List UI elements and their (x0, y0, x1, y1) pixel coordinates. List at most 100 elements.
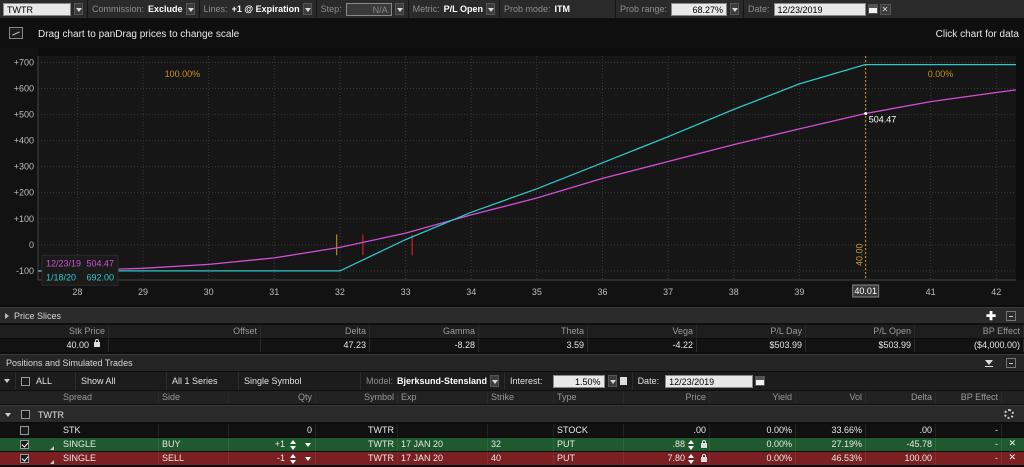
positions-header-bp[interactable]: BP Effect (936, 391, 1002, 404)
row-checkbox[interactable] (20, 426, 29, 435)
commission-value[interactable]: Exclude (148, 4, 183, 14)
close-icon[interactable]: ✕ (879, 3, 891, 15)
positions-date-selector[interactable]: Date: 12/23/2019 (633, 372, 771, 390)
price-value[interactable]: 7.80 (667, 453, 685, 463)
symbol-mode-value[interactable]: Single Symbol (244, 376, 302, 386)
metric-dropdown-icon[interactable] (485, 3, 495, 15)
positions-date-input[interactable]: 12/23/2019 (665, 374, 754, 388)
cell-price[interactable]: .88 (624, 438, 710, 451)
qty-stepper-icon[interactable] (290, 454, 297, 464)
step-dropdown-icon[interactable] (394, 3, 404, 15)
show-all-value[interactable]: Show All (81, 376, 116, 386)
lock-icon[interactable] (94, 339, 100, 348)
expand-arrow-icon[interactable] (5, 313, 9, 319)
collapse-all-toggle[interactable] (0, 372, 16, 390)
show-all-dropdown[interactable]: Show All (76, 372, 167, 390)
plot-area[interactable] (38, 56, 1016, 280)
positions-header-spread[interactable]: Spread (60, 391, 159, 404)
positions-header-strike[interactable]: Strike (488, 391, 554, 404)
positions-header-side[interactable]: Side (159, 391, 229, 404)
minimize-icon[interactable] (1006, 311, 1016, 321)
row-menu-icon[interactable] (50, 460, 54, 464)
metric-selector[interactable]: Metric: P/L Open (409, 0, 500, 19)
cell-qty[interactable]: -1 (229, 452, 316, 465)
select-all-checkbox[interactable] (21, 376, 30, 386)
positions-header-price[interactable]: Price (624, 391, 710, 404)
positions-header-qty[interactable]: Qty (229, 391, 316, 404)
qty-stepper-icon[interactable] (290, 440, 297, 450)
positions-minimize-icon[interactable] (1006, 358, 1016, 368)
row-checkbox[interactable] (20, 440, 29, 449)
price-stepper-icon[interactable] (688, 440, 695, 450)
symbol-selector[interactable]: TWTR (0, 0, 88, 19)
series-value[interactable]: All 1 Series (172, 376, 218, 386)
symbol-dropdown-icon[interactable] (74, 3, 83, 15)
remove-row-icon[interactable]: ✕ (1008, 438, 1016, 449)
add-slice-button[interactable]: ✚ (986, 310, 996, 322)
select-all[interactable]: ALL (16, 372, 76, 390)
chart-settings-icon[interactable] (9, 27, 23, 39)
collapse-arrow-icon[interactable] (4, 379, 10, 383)
row-checkbox[interactable] (20, 454, 29, 463)
stk-price-cell[interactable]: 40.00 (0, 339, 109, 352)
positions-header-type[interactable]: Type (554, 391, 624, 404)
price-stepper-icon[interactable] (688, 454, 695, 464)
date-selector[interactable]: Date: 12/23/2019 ✕ (744, 0, 895, 19)
table-row[interactable]: SINGLE SELL -1 TWTR 17 JAN 20 40 PUT 7.80 0.00% 4… (0, 452, 1024, 465)
table-row[interactable]: SINGLE BUY +1 TWTR 17 JAN 20 32 PUT .88 0.00% 27.… (0, 438, 1024, 451)
unlock-icon[interactable] (701, 440, 707, 448)
group-row[interactable]: TWTR (0, 405, 1024, 422)
probrange-input[interactable]: 68.27% (671, 2, 727, 16)
model-selector[interactable]: Model: Bjerksund-Stensland (361, 372, 506, 390)
date-input[interactable]: 12/23/2019 (773, 2, 866, 16)
positions-header-yield[interactable]: Yield (710, 391, 796, 404)
probrange-dropdown-icon[interactable] (730, 3, 739, 15)
lines-dropdown-icon[interactable] (302, 3, 312, 15)
series-dropdown[interactable]: All 1 Series (167, 372, 239, 390)
group-checkbox[interactable] (21, 410, 30, 419)
model-dropdown-icon[interactable] (490, 375, 500, 387)
metric-value[interactable]: P/L Open (444, 4, 483, 14)
interest-input[interactable]: 1.50% (552, 374, 605, 388)
lines-value[interactable]: +1 @ Expiration (232, 4, 300, 14)
lock-icon[interactable] (701, 454, 707, 462)
risk-profile-chart[interactable]: +700 +600 +500 +400 +300 +200 +100 0 -100 28 29 30 3… (0, 48, 1024, 305)
cell-qty[interactable]: 0 (229, 424, 316, 437)
positions-calendar-icon[interactable] (755, 376, 766, 386)
symbol-mode-dropdown[interactable]: Single Symbol (239, 372, 361, 390)
probmode-selector[interactable]: Prob mode: ITM (500, 0, 616, 19)
price-slices-header[interactable]: Price Slices ✚ (0, 307, 1024, 324)
interest-stepper-icon[interactable] (607, 375, 617, 387)
symbol-input[interactable]: TWTR (3, 2, 71, 16)
remove-row-icon[interactable]: ✕ (1008, 452, 1016, 463)
price-value[interactable]: .88 (672, 439, 685, 449)
probmode-value[interactable]: ITM (555, 4, 571, 14)
qty-dropdown-icon[interactable] (305, 443, 311, 447)
collapse-down-icon[interactable] (984, 359, 994, 369)
commission-dropdown-icon[interactable] (185, 3, 195, 15)
group-collapse-icon[interactable] (5, 413, 11, 417)
lines-selector[interactable]: Lines: +1 @ Expiration (200, 0, 317, 19)
gear-icon[interactable] (1004, 409, 1014, 419)
cell-price[interactable]: .00 (624, 424, 710, 437)
step-input[interactable]: N/A (345, 2, 392, 16)
qty-dropdown-icon[interactable] (305, 457, 311, 461)
pin-icon[interactable] (619, 377, 627, 385)
qty-value[interactable]: +1 (275, 439, 285, 449)
model-value[interactable]: Bjerksund-Stensland (397, 376, 487, 386)
probrange-selector[interactable]: Prob range: 68.27% (616, 0, 744, 19)
row-menu-icon[interactable] (50, 446, 54, 450)
interest-selector[interactable]: Interest: 1.50% (505, 372, 633, 390)
cell-price[interactable]: 7.80 (624, 452, 710, 465)
cell-qty[interactable]: +1 (229, 438, 316, 451)
positions-header-vol[interactable]: Vol (796, 391, 866, 404)
commission-selector[interactable]: Commission: Exclude (88, 0, 200, 19)
positions-header-exp[interactable]: Exp (398, 391, 488, 404)
table-row[interactable]: STK 0 TWTR STOCK .00 0.00% 33.66% .00- (0, 424, 1024, 437)
stk-price-value[interactable]: 40.00 (66, 340, 89, 350)
positions-header-delta[interactable]: Delta (866, 391, 936, 404)
step-selector[interactable]: Step: N/A (317, 0, 409, 19)
positions-header-symbol[interactable]: Symbol (316, 391, 398, 404)
qty-value[interactable]: -1 (277, 453, 285, 463)
calendar-icon[interactable] (867, 4, 878, 14)
